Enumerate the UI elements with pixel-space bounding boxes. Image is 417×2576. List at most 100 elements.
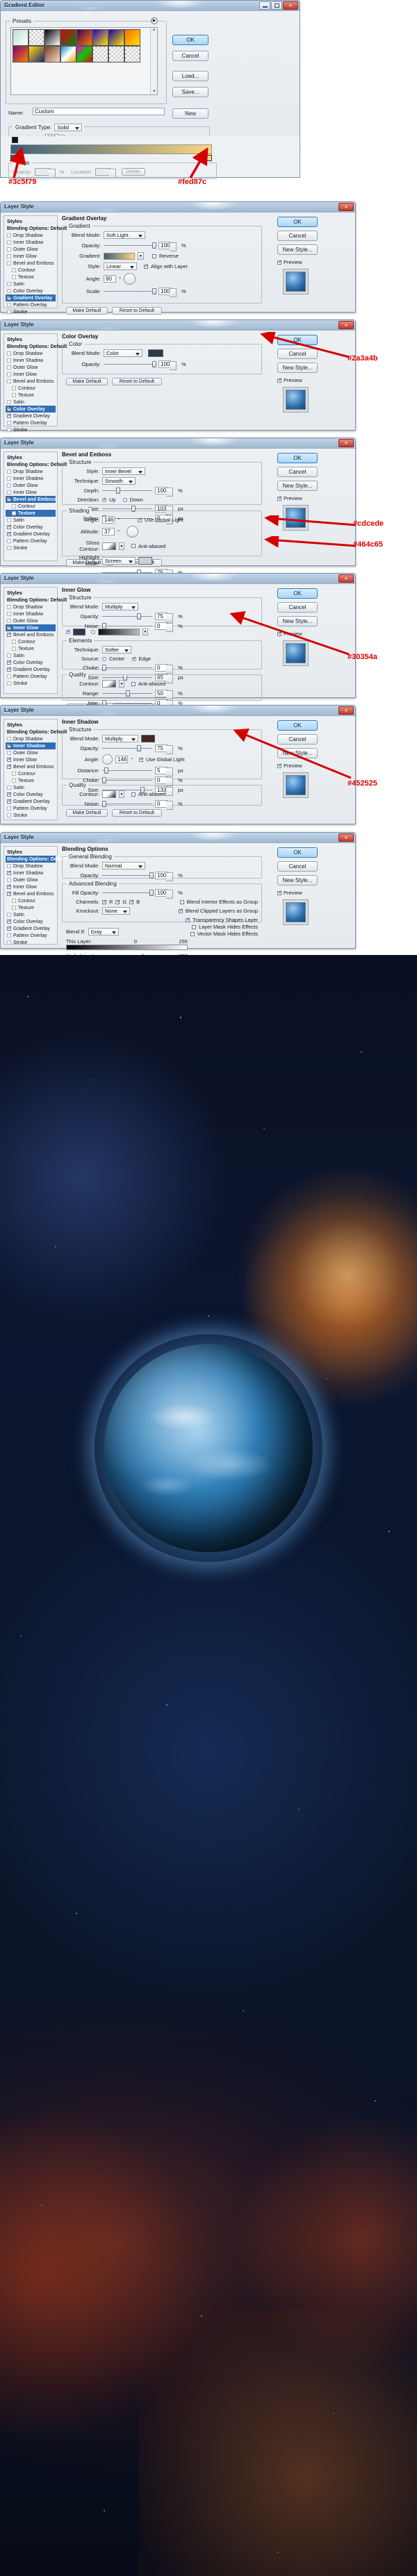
checkbox-icon[interactable]	[12, 386, 16, 390]
checkbox-icon[interactable]	[7, 303, 11, 307]
sidebar-item-color-overlay[interactable]: Color Overlay	[6, 918, 56, 925]
checkbox-icon[interactable]	[7, 294, 12, 300]
contour-swatch[interactable]	[102, 790, 116, 798]
sidebar-item-pattern-overlay[interactable]: Pattern Overlay	[6, 673, 56, 680]
sidebar-item-inner-glow[interactable]: Inner Glow	[6, 253, 56, 260]
sidebar-item-inner-shadow[interactable]: Inner Shadow	[6, 870, 56, 876]
checkbox-icon[interactable]	[7, 372, 11, 376]
sidebar-item-contour[interactable]: Contour	[6, 770, 56, 777]
gradient-swatch[interactable]	[104, 252, 135, 260]
sidebar-item-inner-shadow[interactable]: Inner Shadow	[6, 742, 56, 749]
checkbox-icon[interactable]	[7, 786, 11, 790]
sidebar-item-color-overlay[interactable]: Color Overlay	[6, 288, 56, 294]
noise-slider[interactable]	[102, 801, 152, 807]
checkbox-icon[interactable]	[7, 254, 11, 258]
sidebar-item-gradient-overlay[interactable]: Gradient Overlay	[6, 294, 56, 301]
slider-knob[interactable]	[152, 242, 156, 249]
sidebar-item-stroke[interactable]: Stroke	[6, 308, 56, 315]
contour-dropdown-icon[interactable]: ▼	[119, 542, 124, 550]
layer-style-gradient-overlay-window[interactable]: Layer Style ✕ Styles Blending Options: D…	[0, 201, 356, 315]
stops-delete-button[interactable]: Delete	[121, 168, 145, 176]
checkbox-icon[interactable]	[7, 365, 11, 369]
window-buttons[interactable]: ✕	[338, 706, 354, 715]
preset-swatch[interactable]	[92, 29, 108, 46]
maximize-button[interactable]	[271, 1, 282, 10]
checkbox-icon[interactable]	[7, 756, 12, 762]
angle-dial[interactable]	[126, 526, 138, 538]
angle-input[interactable]: 146	[102, 516, 115, 524]
preset-swatch[interactable]	[44, 29, 60, 46]
preset-grid[interactable]	[11, 28, 147, 64]
scroll-down-arrow[interactable]: ▼	[151, 90, 158, 94]
slider-knob[interactable]	[137, 745, 141, 751]
checkbox-icon[interactable]	[7, 379, 11, 383]
sidebar-item-texture[interactable]: Texture	[6, 777, 56, 784]
blend-mode-select[interactable]: Multiply	[102, 603, 138, 610]
sidebar-item-inner-shadow[interactable]: Inner Shadow	[6, 239, 56, 246]
checkbox-icon[interactable]	[7, 791, 12, 797]
sidebar-item-contour[interactable]: Contour	[6, 267, 56, 274]
checkbox-icon[interactable]	[7, 674, 11, 679]
window-buttons[interactable]: ✕	[259, 1, 298, 10]
choke-slider[interactable]	[102, 777, 152, 783]
depth-input[interactable]: 100	[155, 487, 173, 497]
sidebar-item-outer-glow[interactable]: Outer Glow	[6, 617, 56, 624]
checkbox-icon[interactable]	[7, 918, 12, 924]
checkbox-icon[interactable]	[7, 763, 12, 769]
checkbox-icon[interactable]	[7, 913, 11, 917]
anti-aliased-checkbox[interactable]	[131, 544, 136, 548]
checkbox-icon[interactable]	[7, 470, 11, 474]
preset-swatch[interactable]	[28, 46, 44, 63]
blend-interior-checkbox[interactable]	[179, 899, 184, 904]
checkbox-icon[interactable]	[7, 654, 11, 658]
direction-up-radio[interactable]	[102, 497, 107, 502]
sidebar-item-gradient-overlay[interactable]: Gradient Overlay	[6, 798, 56, 805]
window-buttons[interactable]: ✕	[338, 439, 354, 447]
sidebar-item-outer-glow[interactable]: Outer Glow	[6, 482, 56, 489]
technique-select[interactable]: Softer	[102, 646, 131, 654]
range-input[interactable]: 50	[155, 690, 173, 699]
knockout-select[interactable]: None	[102, 907, 130, 915]
styles-list-gradient-overlay[interactable]: Styles Blending Options: Default Drop Sh…	[3, 215, 67, 315]
use-global-light-checkbox[interactable]	[139, 756, 144, 762]
make-default-button[interactable]: Make Default	[66, 378, 108, 385]
preview-row[interactable]: Preview	[277, 259, 350, 265]
choke-input[interactable]: 0	[155, 664, 173, 674]
anti-aliased-checkbox[interactable]	[131, 792, 136, 797]
checkbox-icon[interactable]	[7, 883, 12, 889]
technique-select[interactable]: Smooth	[102, 477, 136, 485]
sidebar-item-inner-glow[interactable]: Inner Glow	[6, 883, 56, 890]
ls-co-titlebar[interactable]: Layer Style ✕	[1, 320, 355, 331]
ls-ig-titlebar[interactable]: Layer Style ✕	[1, 574, 355, 584]
sidebar-item-bevel-and-emboss[interactable]: Bevel and Emboss	[6, 631, 56, 638]
sidebar-item-blending-options[interactable]: Blending Options: Default	[6, 856, 67, 863]
checkbox-icon[interactable]	[7, 624, 12, 630]
gradient-editor-window[interactable]: Gradient Editor ✕ Presets ▲ ▼ ▶ OK Cance…	[0, 0, 300, 154]
load-button[interactable]: Load...	[172, 71, 208, 81]
layer-mask-hides-checkbox[interactable]	[192, 924, 197, 929]
stop-marker-top[interactable]	[12, 137, 18, 143]
direction-down-radio[interactable]	[122, 497, 127, 502]
sidebar-item-drop-shadow[interactable]: Drop Shadow	[6, 468, 56, 475]
checkbox-icon[interactable]	[12, 393, 16, 397]
sidebar-item-pattern-overlay[interactable]: Pattern Overlay	[6, 538, 56, 545]
checkbox-icon[interactable]	[7, 813, 11, 817]
checkbox-icon[interactable]	[7, 413, 12, 418]
sidebar-item-satin[interactable]: Satin	[6, 399, 56, 406]
checkbox-icon[interactable]	[7, 351, 11, 356]
opacity-input[interactable]: 75	[155, 745, 173, 754]
slider-knob[interactable]	[102, 623, 106, 629]
sidebar-item-outer-glow[interactable]: Outer Glow	[6, 364, 56, 371]
sidebar-item-drop-shadow[interactable]: Drop Shadow	[6, 604, 56, 610]
sidebar-item-inner-shadow[interactable]: Inner Shadow	[6, 475, 56, 482]
blend-mode-select[interactable]: Soft Light	[104, 231, 145, 239]
presets-menu-icon[interactable]: ▶	[151, 17, 158, 24]
slider-knob[interactable]	[137, 613, 141, 620]
new-style-button[interactable]: New Style...	[277, 481, 318, 491]
preset-swatch[interactable]	[124, 46, 140, 63]
checkbox-icon[interactable]	[7, 428, 11, 432]
this-layer-ramp[interactable]	[66, 945, 188, 950]
checkbox-icon[interactable]	[7, 476, 11, 481]
preset-swatch[interactable]	[60, 46, 76, 63]
opacity-slider[interactable]	[102, 745, 152, 751]
